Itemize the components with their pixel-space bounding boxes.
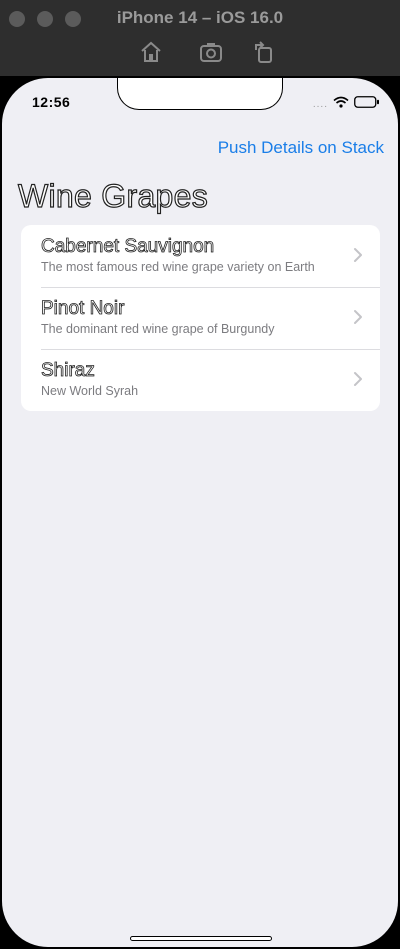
notch <box>117 78 283 110</box>
list-item[interactable]: Pinot Noir The dominant red wine grape o… <box>21 287 380 349</box>
grape-name: Cabernet Sauvignon <box>41 236 215 258</box>
grape-list: Cabernet Sauvignon The most famous red w… <box>21 225 380 411</box>
grape-description: New World Syrah <box>41 384 139 398</box>
screenshot-icon[interactable] <box>199 40 223 64</box>
grape-description: The most famous red wine grape variety o… <box>41 260 315 274</box>
chevron-right-icon <box>352 370 364 388</box>
push-details-button[interactable]: Push Details on Stack <box>218 138 384 158</box>
battery-icon <box>354 95 380 113</box>
app-display: 12:56 .... Push Details on Stack Wine Gr… <box>2 78 398 947</box>
chevron-right-icon <box>352 246 364 264</box>
window-title: iPhone 14 – iOS 16.0 <box>116 8 284 27</box>
device-screen: 12:56 .... Push Details on Stack Wine Gr… <box>0 76 400 949</box>
grape-name: Shiraz <box>41 360 96 382</box>
status-indicators: .... <box>313 95 380 113</box>
list-item[interactable]: Cabernet Sauvignon The most famous red w… <box>21 225 380 287</box>
chevron-right-icon <box>352 308 364 326</box>
page-title: Wine Grapes <box>17 177 209 214</box>
status-time: 12:56 <box>32 94 71 110</box>
grape-name: Pinot Noir <box>41 298 125 320</box>
home-indicator[interactable] <box>130 936 272 941</box>
rotate-icon[interactable] <box>252 40 276 64</box>
simulator-title-bar: iPhone 14 – iOS 16.0 <box>0 0 400 76</box>
cellular-signal: .... <box>312 98 328 110</box>
list-item[interactable]: Shiraz New World Syrah <box>21 349 380 411</box>
grape-description: The dominant red wine grape of Burgundy <box>41 322 275 336</box>
home-icon[interactable] <box>139 40 163 64</box>
wifi-icon <box>333 95 349 113</box>
